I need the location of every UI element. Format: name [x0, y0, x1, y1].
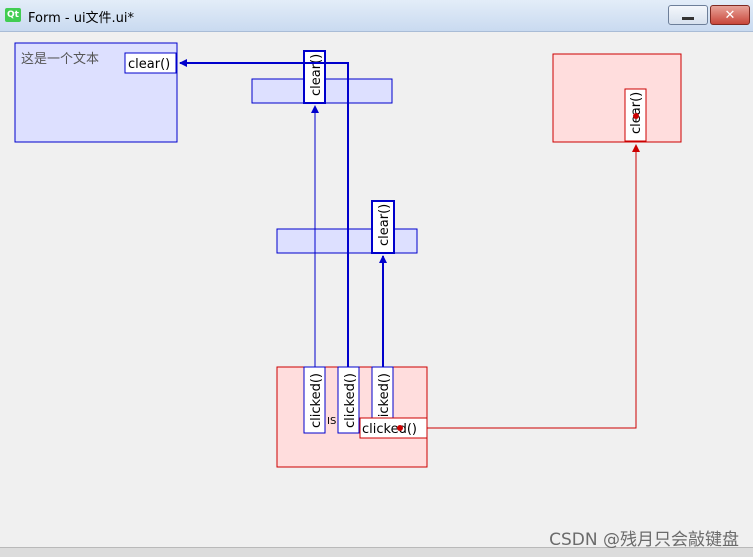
design-canvas[interactable]: 这是一个文本 clear() clear() clear() clear() I… — [0, 31, 753, 556]
clear-slot-label-red: clear() — [629, 92, 644, 134]
minimize-icon — [682, 17, 694, 20]
watermark-text: CSDN @残月只会敲键盘 — [549, 530, 739, 550]
minimize-button[interactable] — [668, 5, 708, 25]
clicked-signal-label-1: clicked() — [309, 373, 324, 428]
red-connection-dot-bottom — [397, 425, 403, 431]
form-window: Qt Form - ui文件.ui* ✕ 这是一个文本 clear() clea… — [0, 0, 753, 557]
signal-slot-diagram: 这是一个文本 clear() clear() clear() clear() I… — [14, 42, 682, 468]
clear-slot-label-lineedit-2: clear() — [377, 204, 392, 246]
window-title: Form - ui文件.ui* — [28, 11, 135, 26]
partial-label: IS — [327, 416, 336, 427]
connection-line-2[interactable] — [179, 59, 349, 367]
connection-line-red[interactable] — [427, 144, 640, 429]
text-edit-content: 这是一个文本 — [21, 51, 99, 67]
clicked-signal-label-2: clicked() — [343, 373, 358, 428]
title-bar: Qt Form - ui文件.ui* ✕ — [0, 0, 753, 32]
clear-slot-label-textedit: clear() — [128, 57, 170, 72]
clear-slot-label-lineedit-1: clear() — [309, 54, 324, 96]
clicked-signal-label-red: clicked() — [362, 422, 417, 437]
qt-logo-icon: Qt — [5, 8, 21, 22]
close-icon: ✕ — [724, 7, 736, 23]
red-connection-dot-top — [633, 113, 639, 119]
close-button[interactable]: ✕ — [710, 5, 750, 25]
target-widget-red[interactable] — [552, 53, 682, 143]
